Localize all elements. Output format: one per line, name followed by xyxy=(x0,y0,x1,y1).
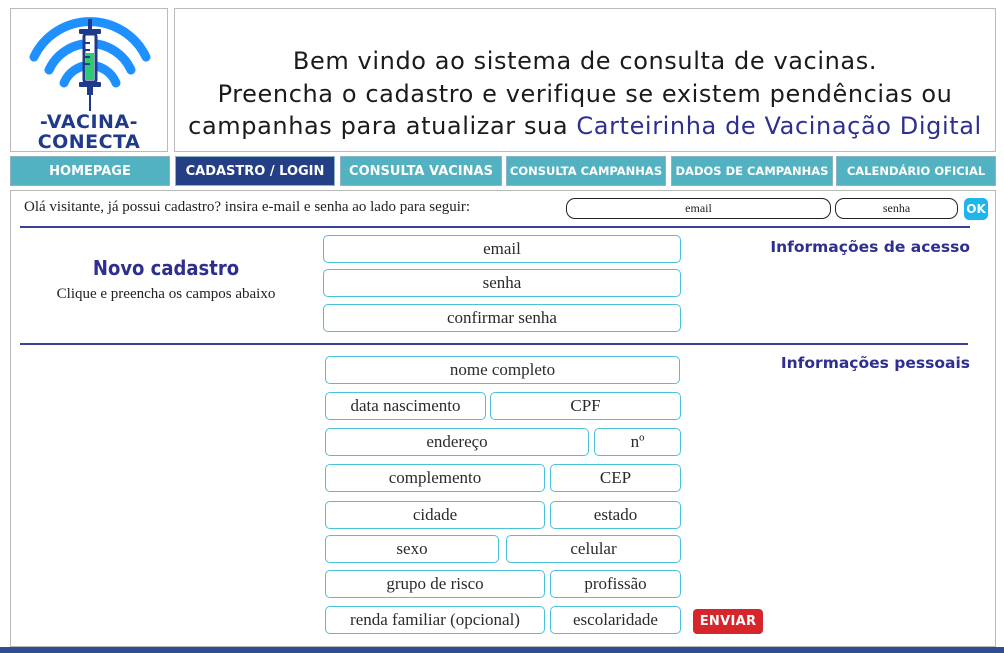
profession-field[interactable] xyxy=(550,570,681,598)
nav-cadastro-login[interactable]: CADASTRO / LOGIN xyxy=(175,156,335,186)
welcome-line-3: campanhas para atualizar sua Carteirinha… xyxy=(175,112,995,140)
login-email-input[interactable] xyxy=(566,198,831,219)
welcome-line-2: Preencha o cadastro e verifique se exist… xyxy=(217,80,953,108)
new-registration-subtitle: Clique e preencha os campos abaixo xyxy=(56,286,276,302)
welcome-line-3-prefix: campanhas para atualizar sua xyxy=(188,112,577,140)
nav-calendario-oficial[interactable]: CALENDÁRIO OFICIAL xyxy=(836,156,996,186)
digital-card-highlight: Carteirinha de Vacinação Digital xyxy=(576,112,982,140)
cep-field[interactable] xyxy=(550,464,681,492)
logo[interactable]: -VACINA- CONECTA xyxy=(10,8,168,152)
new-registration-title: Novo cadastro xyxy=(92,256,240,280)
register-confirm-password-field[interactable] xyxy=(323,304,681,332)
cpf-field[interactable] xyxy=(490,392,681,420)
access-section-title: Informações de acesso xyxy=(770,238,970,256)
state-field[interactable] xyxy=(550,501,681,529)
birth-date-field[interactable] xyxy=(325,392,486,420)
bottom-band xyxy=(0,647,1004,653)
welcome-banner: Bem vindo ao sistema de consulta de vaci… xyxy=(174,8,996,152)
register-password-field[interactable] xyxy=(323,269,681,297)
login-ok-button[interactable]: OK xyxy=(964,198,988,220)
syringe-wifi-icon xyxy=(29,17,151,111)
logo-text-line2: CONECTA xyxy=(37,131,141,153)
personal-section-title: Informações pessoais xyxy=(780,354,970,372)
mobile-field[interactable] xyxy=(506,535,681,563)
city-field[interactable] xyxy=(325,501,545,529)
address-field[interactable] xyxy=(325,428,589,456)
divider-middle xyxy=(20,343,968,345)
register-email-field[interactable] xyxy=(323,235,681,263)
nav-consulta-campanhas[interactable]: CONSULTA CAMPANHAS xyxy=(506,156,666,186)
sex-field[interactable] xyxy=(325,535,499,563)
submit-button[interactable]: ENVIAR xyxy=(693,609,763,634)
logo-text-line1: -VACINA- xyxy=(39,111,139,133)
risk-group-field[interactable] xyxy=(325,570,545,598)
complement-field[interactable] xyxy=(325,464,545,492)
education-field[interactable] xyxy=(550,606,681,634)
welcome-line-1: Bem vindo ao sistema de consulta de vaci… xyxy=(292,47,878,75)
login-prompt: Olá visitante, já possui cadastro? insir… xyxy=(24,199,471,215)
address-number-field[interactable] xyxy=(594,428,681,456)
divider-top xyxy=(20,226,970,228)
nav-consulta-vacinas[interactable]: CONSULTA VACINAS xyxy=(340,156,502,186)
nav-dados-de-campanhas[interactable]: DADOS DE CAMPANHAS xyxy=(671,156,833,186)
family-income-field[interactable] xyxy=(325,606,545,634)
nav-homepage[interactable]: HOMEPAGE xyxy=(10,156,170,186)
login-password-input[interactable] xyxy=(835,198,958,219)
full-name-field[interactable] xyxy=(325,356,680,384)
